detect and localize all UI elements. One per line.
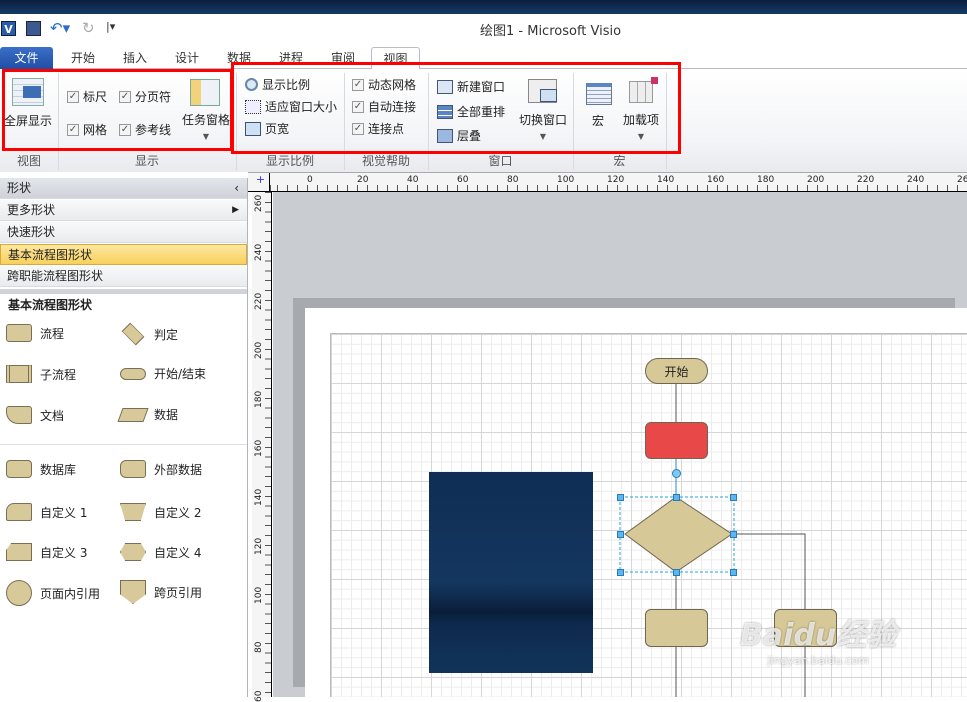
connection-point-handle[interactable] [672,469,681,478]
process-shape[interactable] [645,609,708,647]
resize-handle[interactable] [617,531,624,538]
resize-handle[interactable] [617,569,624,576]
resize-handle[interactable] [730,531,737,538]
decision-shape [624,496,733,573]
resize-handle[interactable] [730,569,737,576]
resize-handle[interactable] [617,494,624,501]
start-shape[interactable]: 开始 [645,358,708,384]
resize-handle[interactable] [673,569,680,576]
watermark: Baidu经验 jingyan.baidu.com [740,618,897,667]
process-shape-highlighted[interactable] [645,422,708,459]
connectors [619,384,806,697]
resize-handle[interactable] [673,494,680,501]
resize-handle[interactable] [730,494,737,501]
